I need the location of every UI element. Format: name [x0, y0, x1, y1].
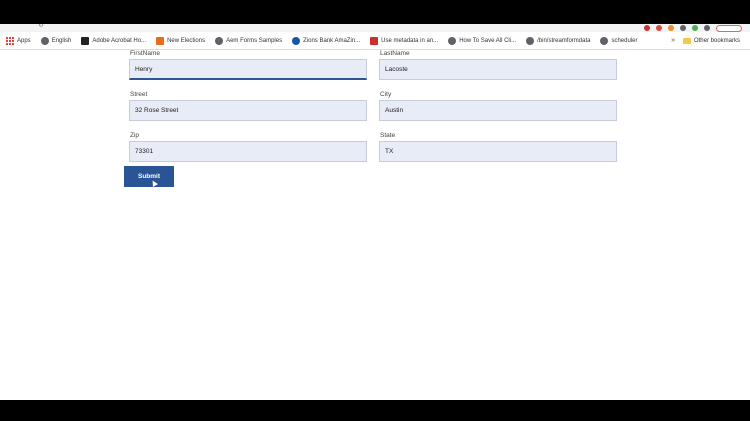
- address-form: FirstName Henry LastName Lacoste Street …: [0, 50, 750, 400]
- state-input[interactable]: TX: [379, 141, 617, 162]
- elections-icon: [156, 36, 165, 45]
- bookmark-label: Other bookmarks: [693, 37, 740, 44]
- other-bookmarks[interactable]: Other bookmarks: [682, 37, 740, 44]
- firstname-input[interactable]: Henry: [129, 59, 367, 80]
- globe-icon: [448, 36, 457, 45]
- apps-grid-icon: [6, 36, 14, 45]
- city-input[interactable]: Austin: [379, 100, 617, 121]
- bookmark-adobe-acrobat[interactable]: Adobe Acrobat Ho...: [81, 36, 147, 45]
- street-input[interactable]: 32 Rose Street: [129, 100, 367, 121]
- zions-icon: [292, 36, 301, 45]
- bookmark-label: /bin/streamformdata: [537, 37, 591, 44]
- submit-button[interactable]: Submit: [124, 166, 174, 187]
- address-bar[interactable]: ↻: [0, 24, 750, 32]
- video-letterbox-top: [0, 0, 750, 24]
- bookmark-how-to-save[interactable]: How To Save All Cli...: [448, 36, 517, 45]
- zip-label: Zip: [130, 132, 140, 139]
- reload-icon[interactable]: ↻: [38, 24, 44, 29]
- bookmark-scheduler[interactable]: scheduler: [600, 36, 638, 45]
- extension-icons: [644, 24, 742, 32]
- extension-icon[interactable]: [668, 25, 674, 31]
- bookmark-aem-forms[interactable]: Aem Forms Samples: [215, 36, 283, 45]
- bookmark-label: English: [51, 37, 72, 44]
- bookmarks-bar: Apps English Adobe Acrobat Ho... New Ele…: [0, 32, 750, 50]
- bookmark-label: Apps: [17, 37, 31, 44]
- video-letterbox-bottom: [0, 400, 750, 421]
- bookmark-apps[interactable]: Apps: [6, 36, 31, 45]
- bookmark-streamformdata[interactable]: /bin/streamformdata: [526, 36, 591, 45]
- state-label: State: [380, 132, 396, 139]
- extension-icon[interactable]: [656, 25, 662, 31]
- bookmark-use-metadata[interactable]: Use metadata in an...: [370, 36, 439, 45]
- lastname-label: LastName: [380, 50, 410, 57]
- bookmark-label: How To Save All Cli...: [459, 37, 517, 44]
- extension-icon[interactable]: [644, 25, 650, 31]
- globe-icon: [40, 36, 49, 45]
- folder-icon: [682, 37, 691, 44]
- zip-input[interactable]: 73301: [129, 141, 367, 162]
- extension-icon[interactable]: [680, 25, 686, 31]
- city-label: City: [380, 91, 392, 98]
- bookmark-label: scheduler: [611, 37, 638, 44]
- adobe-icon: [81, 36, 90, 45]
- bookmark-label: Aem Forms Samples: [226, 37, 283, 44]
- extension-icon[interactable]: [692, 25, 698, 31]
- bookmark-label: Use metadata in an...: [381, 37, 439, 44]
- bookmarks-overflow-icon[interactable]: »: [671, 37, 675, 44]
- profile-button[interactable]: [716, 24, 742, 32]
- globe-icon: [526, 36, 535, 45]
- bookmark-zions-bank[interactable]: Zions Bank AmaZin...: [292, 36, 361, 45]
- lastname-input[interactable]: Lacoste: [379, 59, 617, 80]
- globe-icon: [600, 36, 609, 45]
- street-label: Street: [130, 91, 148, 98]
- bookmark-label: Zions Bank AmaZin...: [303, 37, 361, 44]
- puzzle-icon[interactable]: [704, 25, 710, 31]
- bookmark-label: New Elections: [167, 37, 206, 44]
- firstname-label: FirstName: [130, 50, 160, 57]
- bookmark-english[interactable]: English: [40, 36, 72, 45]
- bookmark-new-elections[interactable]: New Elections: [156, 36, 206, 45]
- browser-window: ↻ Apps English Adobe Acrobat Ho... New E…: [0, 24, 750, 400]
- bookmark-label: Adobe Acrobat Ho...: [92, 37, 147, 44]
- red-square-icon: [370, 36, 379, 45]
- globe-icon: [215, 36, 224, 45]
